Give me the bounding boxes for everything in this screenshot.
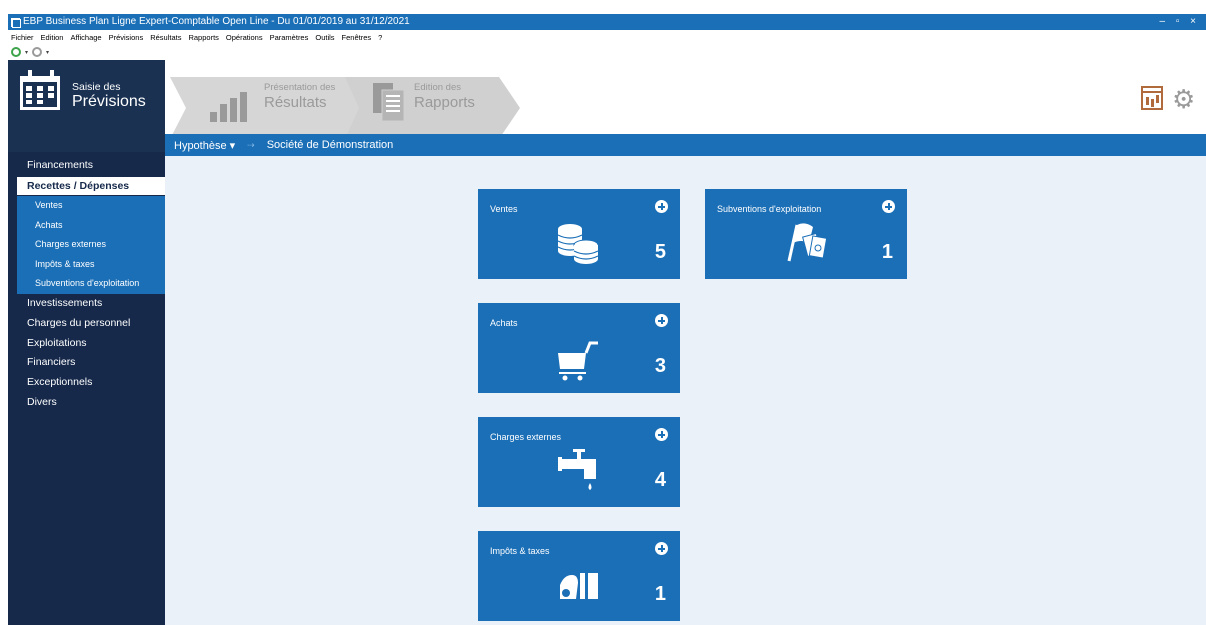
nav-item-charges-personnel[interactable]: Charges du personnel	[8, 317, 165, 329]
nav-sub-charges-externes[interactable]: Charges externes	[17, 235, 165, 255]
add-icon[interactable]	[655, 542, 668, 555]
step-saisie-small: Saisie des	[72, 81, 121, 93]
tile-charges-externes[interactable]: Charges externes 4	[478, 417, 680, 507]
tile-ventes[interactable]: Ventes 5	[478, 189, 680, 279]
step-edition-big: Rapports	[414, 94, 475, 111]
menu-edition[interactable]: Edition	[41, 33, 64, 42]
window-controls[interactable]: – ▫ ×	[1159, 14, 1200, 30]
menu-bar: Fichier Edition Affichage Prévisions Rés…	[8, 30, 1206, 44]
nav-item-exploitations[interactable]: Exploitations	[8, 337, 165, 349]
refresh-icon[interactable]	[11, 47, 21, 57]
tile-count: 1	[881, 241, 893, 263]
nav-item-exceptionnels[interactable]: Exceptionnels	[8, 376, 165, 388]
step-saisie-big: Prévisions	[72, 93, 146, 110]
tile-label: Subventions d'exploitation	[717, 204, 822, 214]
cart-icon	[558, 341, 598, 381]
add-icon[interactable]	[655, 200, 668, 213]
menu-previsions[interactable]: Prévisions	[109, 33, 144, 42]
tile-label: Achats	[490, 318, 518, 328]
menu-operations[interactable]: Opérations	[226, 33, 263, 42]
app-icon	[11, 17, 21, 28]
dashboard-icon[interactable]	[1141, 86, 1163, 110]
step-presentation-big: Résultats	[264, 94, 327, 111]
nav-sub-subventions[interactable]: Subventions d'exploitation	[17, 274, 165, 294]
tile-subventions[interactable]: Subventions d'exploitation 1	[705, 189, 907, 279]
step-presentation-small: Présentation des	[264, 82, 336, 93]
hypothese-dropdown[interactable]: Hypothèse ▾	[174, 139, 235, 152]
nav-item-financements[interactable]: Financements	[8, 159, 165, 171]
nav-sub-impots-taxes[interactable]: Impôts & taxes	[17, 254, 165, 274]
nav-sub-ventes[interactable]: Ventes	[17, 196, 165, 216]
nav-item-investissements[interactable]: Investissements	[8, 297, 165, 309]
toolbar: ▾ ▾	[8, 44, 1206, 60]
step-edition-small: Edition des	[414, 82, 462, 93]
menu-outils[interactable]: Outils	[315, 33, 334, 42]
bar-chart-icon	[208, 90, 248, 122]
menu-help[interactable]: ?	[378, 33, 382, 42]
menu-fichier[interactable]: Fichier	[11, 33, 34, 42]
main-content	[165, 156, 1206, 625]
tile-impots-taxes[interactable]: Impôts & taxes 1	[478, 531, 680, 621]
gear-icon[interactable]: ⚙	[1172, 85, 1202, 113]
flag-money-icon	[787, 223, 828, 262]
refresh-gray-icon[interactable]	[32, 47, 43, 57]
taxes-icon	[560, 573, 598, 599]
breadcrumb: Hypothèse ▾ ⇢ Société de Démonstration	[165, 134, 1206, 156]
document-icon	[373, 83, 405, 122]
tile-label: Charges externes	[490, 432, 562, 442]
tile-count: 5	[654, 241, 666, 263]
tile-count: 4	[654, 469, 666, 491]
menu-resultats[interactable]: Résultats	[150, 33, 181, 42]
coins-icon	[557, 224, 599, 264]
nav-item-financiers[interactable]: Financiers	[8, 356, 165, 368]
title-bar: EBP Business Plan Ligne Expert-Comptable…	[8, 14, 1206, 30]
add-icon[interactable]	[655, 428, 668, 441]
menu-fenetres[interactable]: Fenêtres	[342, 33, 372, 42]
arrow-icon: ⇢	[247, 139, 255, 150]
tile-label: Impôts & taxes	[490, 546, 550, 556]
menu-rapports[interactable]: Rapports	[188, 33, 218, 42]
calendar-icon	[20, 70, 60, 110]
nav-item-divers[interactable]: Divers	[8, 396, 165, 408]
add-icon[interactable]	[882, 200, 895, 213]
tile-achats[interactable]: Achats 3	[478, 303, 680, 393]
tile-count: 1	[654, 583, 666, 605]
menu-parametres[interactable]: Paramètres	[270, 33, 309, 42]
add-icon[interactable]	[655, 314, 668, 327]
nav-item-recettes-depenses[interactable]: Recettes / Dépenses	[17, 177, 165, 195]
tile-label: Ventes	[490, 204, 518, 214]
window-title: EBP Business Plan Ligne Expert-Comptable…	[23, 16, 410, 27]
dropdown-icon[interactable]: ▾	[25, 49, 28, 56]
dropdown-icon[interactable]: ▾	[46, 49, 49, 56]
societe-label[interactable]: Société de Démonstration	[267, 139, 394, 151]
menu-affichage[interactable]: Affichage	[70, 33, 101, 42]
nav-sub-achats[interactable]: Achats	[17, 215, 165, 235]
tile-count: 3	[654, 355, 666, 377]
faucet-icon	[558, 449, 596, 490]
